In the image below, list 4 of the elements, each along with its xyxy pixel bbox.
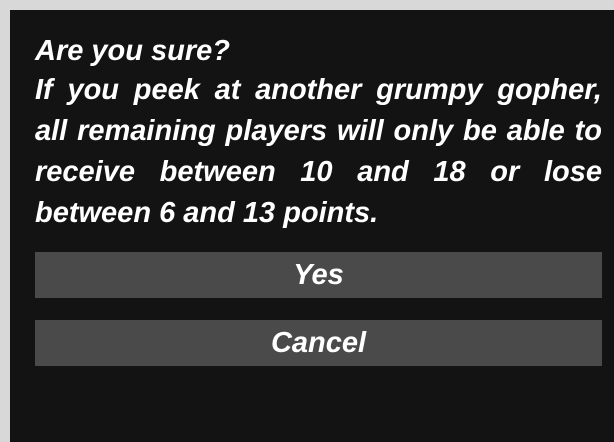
dialog-button[interactable]: Cancel <box>35 320 602 366</box>
dialog-button[interactable]: Yes <box>35 252 602 298</box>
dialog-message: If you peek at another grumpy gopher, all remaining players will only be able to receive between 10 and 18 or lose between 6 and 13 points. <box>35 73 602 231</box>
dialog-title: Are you sure? <box>35 34 231 69</box>
